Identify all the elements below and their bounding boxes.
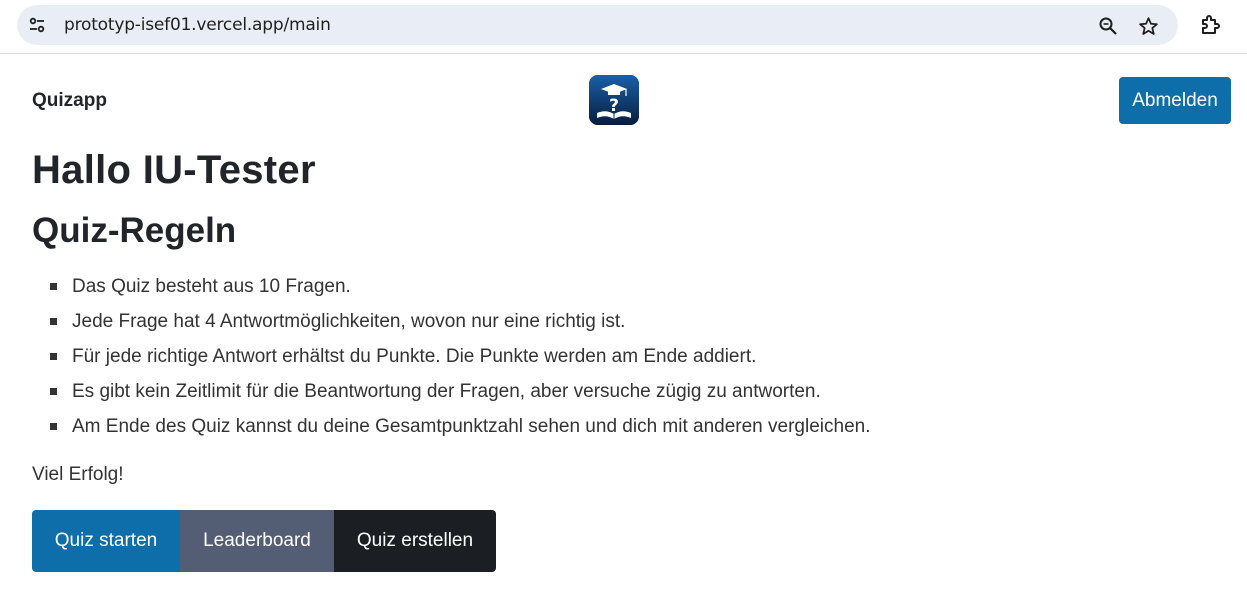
rule-text: Am Ende des Quiz kannst du deine Gesamtp… xyxy=(72,416,871,437)
bullet-icon xyxy=(50,353,57,360)
list-item: Für jede richtige Antwort erhältst du Pu… xyxy=(50,343,870,378)
bullet-icon xyxy=(50,423,57,430)
rule-text: Das Quiz besteht aus 10 Fragen. xyxy=(72,276,351,297)
action-button-group: Quiz starten Leaderboard Quiz erstellen xyxy=(32,510,496,572)
list-item: Es gibt kein Zeitlimit für die Beantwort… xyxy=(50,378,870,413)
leaderboard-button[interactable]: Leaderboard xyxy=(180,510,334,572)
start-quiz-button[interactable]: Quiz starten xyxy=(32,510,180,572)
rules-heading: Quiz-Regeln xyxy=(32,211,237,250)
star-icon[interactable] xyxy=(1137,15,1159,37)
page-title: Hallo IU-Tester xyxy=(32,148,316,192)
brand-name[interactable]: Quizapp xyxy=(32,90,107,112)
logout-button[interactable]: Abmelden xyxy=(1119,77,1231,124)
url-text[interactable]: prototyp-isef01.vercel.app/main xyxy=(64,15,331,35)
list-item: Jede Frage hat 4 Antwortmöglichkeiten, w… xyxy=(50,308,870,343)
bullet-icon xyxy=(50,318,57,325)
rule-text: Für jede richtige Antwort erhältst du Pu… xyxy=(72,346,757,367)
list-item: Das Quiz besteht aus 10 Fragen. xyxy=(50,273,870,308)
closing-text: Viel Erfolg! xyxy=(32,464,124,485)
graduation-cap-question-book-icon: ? xyxy=(589,75,639,125)
rule-text: Es gibt kein Zeitlimit für die Beantwort… xyxy=(72,381,821,402)
rule-text: Jede Frage hat 4 Antwortmöglichkeiten, w… xyxy=(72,311,626,332)
rules-list: Das Quiz besteht aus 10 Fragen. Jede Fra… xyxy=(50,273,870,448)
browser-toolbar: prototyp-isef01.vercel.app/main xyxy=(0,0,1247,54)
list-item: Am Ende des Quiz kannst du deine Gesamtp… xyxy=(50,413,870,448)
zoom-icon[interactable] xyxy=(1097,15,1119,37)
bullet-icon xyxy=(50,388,57,395)
create-quiz-button[interactable]: Quiz erstellen xyxy=(334,510,496,572)
site-info-icon[interactable] xyxy=(25,13,49,37)
address-bar[interactable]: prototyp-isef01.vercel.app/main xyxy=(17,5,1178,45)
extensions-icon[interactable] xyxy=(1199,13,1223,37)
bullet-icon xyxy=(50,283,57,290)
